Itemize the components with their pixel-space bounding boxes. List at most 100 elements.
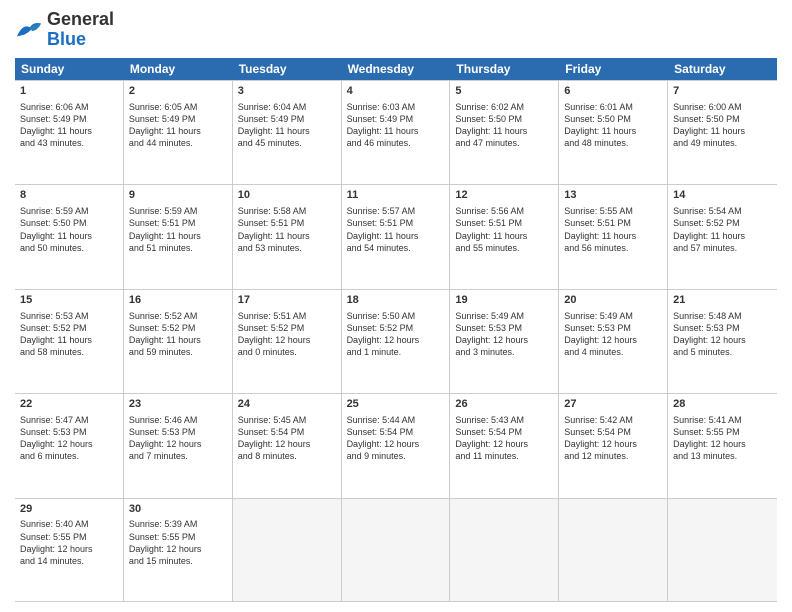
day-cell-6: 6Sunrise: 6:01 AMSunset: 5:50 PMDaylight… <box>559 81 668 184</box>
day-info-line: Sunrise: 6:04 AM <box>238 101 336 113</box>
day-info-line: Sunrise: 5:44 AM <box>347 414 445 426</box>
day-info-line: Sunrise: 5:43 AM <box>455 414 553 426</box>
calendar: SundayMondayTuesdayWednesdayThursdayFrid… <box>15 58 777 602</box>
day-info-line: and 12 minutes. <box>564 450 662 462</box>
day-info-line: and 44 minutes. <box>129 137 227 149</box>
day-info-line: Daylight: 12 hours <box>20 543 118 555</box>
day-cell-21: 21Sunrise: 5:48 AMSunset: 5:53 PMDayligh… <box>668 290 777 393</box>
day-info-line: Sunrise: 6:05 AM <box>129 101 227 113</box>
day-number: 19 <box>455 293 553 308</box>
day-cell-26: 26Sunrise: 5:43 AMSunset: 5:54 PMDayligh… <box>450 394 559 497</box>
day-info-line: Daylight: 11 hours <box>20 334 118 346</box>
day-number: 16 <box>129 293 227 308</box>
logo-blue: Blue <box>47 29 86 49</box>
day-number: 30 <box>129 502 227 517</box>
day-info-line: Daylight: 12 hours <box>129 438 227 450</box>
day-cell-13: 13Sunrise: 5:55 AMSunset: 5:51 PMDayligh… <box>559 185 668 288</box>
day-info-line: Sunrise: 5:49 AM <box>564 310 662 322</box>
day-info-line: and 49 minutes. <box>673 137 772 149</box>
day-info-line: Daylight: 12 hours <box>455 334 553 346</box>
day-info-line: Sunrise: 5:53 AM <box>20 310 118 322</box>
day-number: 20 <box>564 293 662 308</box>
day-info-line: and 50 minutes. <box>20 242 118 254</box>
empty-cell <box>233 499 342 601</box>
day-info-line: and 46 minutes. <box>347 137 445 149</box>
day-info-line: Sunset: 5:49 PM <box>347 113 445 125</box>
day-info-line: and 4 minutes. <box>564 346 662 358</box>
day-info-line: Sunrise: 5:59 AM <box>20 205 118 217</box>
day-info-line: Sunset: 5:53 PM <box>455 322 553 334</box>
week-row-5: 29Sunrise: 5:40 AMSunset: 5:55 PMDayligh… <box>15 498 777 602</box>
day-info-line: and 59 minutes. <box>129 346 227 358</box>
day-info-line: Sunset: 5:49 PM <box>129 113 227 125</box>
day-number: 9 <box>129 188 227 203</box>
day-info-line: Daylight: 12 hours <box>347 334 445 346</box>
day-number: 23 <box>129 397 227 412</box>
day-cell-19: 19Sunrise: 5:49 AMSunset: 5:53 PMDayligh… <box>450 290 559 393</box>
day-info-line: Daylight: 12 hours <box>564 438 662 450</box>
day-info-line: and 58 minutes. <box>20 346 118 358</box>
day-number: 27 <box>564 397 662 412</box>
day-number: 6 <box>564 84 662 99</box>
day-info-line: Sunset: 5:51 PM <box>238 217 336 229</box>
day-info-line: Daylight: 11 hours <box>20 230 118 242</box>
day-cell-9: 9Sunrise: 5:59 AMSunset: 5:51 PMDaylight… <box>124 185 233 288</box>
day-info-line: Sunset: 5:49 PM <box>20 113 118 125</box>
day-info-line: Sunrise: 5:56 AM <box>455 205 553 217</box>
day-info-line: Daylight: 11 hours <box>129 230 227 242</box>
day-info-line: Sunrise: 6:01 AM <box>564 101 662 113</box>
day-cell-2: 2Sunrise: 6:05 AMSunset: 5:49 PMDaylight… <box>124 81 233 184</box>
header-day-tuesday: Tuesday <box>233 58 342 80</box>
empty-cell <box>450 499 559 601</box>
day-number: 29 <box>20 502 118 517</box>
day-info-line: Sunset: 5:51 PM <box>129 217 227 229</box>
day-info-line: Daylight: 11 hours <box>238 230 336 242</box>
day-cell-4: 4Sunrise: 6:03 AMSunset: 5:49 PMDaylight… <box>342 81 451 184</box>
day-info-line: Sunrise: 5:42 AM <box>564 414 662 426</box>
day-number: 7 <box>673 84 772 99</box>
day-info-line: Daylight: 11 hours <box>347 230 445 242</box>
day-info-line: Daylight: 12 hours <box>564 334 662 346</box>
header-day-monday: Monday <box>124 58 233 80</box>
day-info-line: Daylight: 11 hours <box>673 125 772 137</box>
header-day-saturday: Saturday <box>668 58 777 80</box>
header-day-friday: Friday <box>559 58 668 80</box>
day-info-line: Sunset: 5:50 PM <box>20 217 118 229</box>
day-info-line: and 57 minutes. <box>673 242 772 254</box>
day-info-line: Sunset: 5:50 PM <box>673 113 772 125</box>
day-info-line: Daylight: 12 hours <box>20 438 118 450</box>
day-number: 3 <box>238 84 336 99</box>
day-number: 15 <box>20 293 118 308</box>
week-row-2: 8Sunrise: 5:59 AMSunset: 5:50 PMDaylight… <box>15 184 777 288</box>
day-info-line: and 13 minutes. <box>673 450 772 462</box>
day-info-line: and 1 minute. <box>347 346 445 358</box>
day-info-line: Daylight: 11 hours <box>455 230 553 242</box>
day-info-line: and 8 minutes. <box>238 450 336 462</box>
day-info-line: Sunset: 5:53 PM <box>673 322 772 334</box>
day-number: 11 <box>347 188 445 203</box>
day-cell-15: 15 Sunrise: 5:53 AMSunset: 5:52 PMDayligh… <box>15 290 124 393</box>
day-cell-1: 1Sunrise: 6:06 AMSunset: 5:49 PMDaylight… <box>15 81 124 184</box>
day-number: 10 <box>238 188 336 203</box>
day-number: 13 <box>564 188 662 203</box>
day-info-line: Daylight: 11 hours <box>129 334 227 346</box>
day-cell-3: 3Sunrise: 6:04 AMSunset: 5:49 PMDaylight… <box>233 81 342 184</box>
day-cell-29: 29Sunrise: 5:40 AMSunset: 5:55 PMDayligh… <box>15 499 124 601</box>
day-info-line: Sunrise: 6:06 AM <box>20 101 118 113</box>
logo-general: General <box>47 9 114 29</box>
day-info-line: and 55 minutes. <box>455 242 553 254</box>
day-info-line: and 6 minutes. <box>20 450 118 462</box>
day-number: 25 <box>347 397 445 412</box>
calendar-body: 1Sunrise: 6:06 AMSunset: 5:49 PMDaylight… <box>15 80 777 602</box>
day-info-line: Daylight: 11 hours <box>673 230 772 242</box>
day-info-line: and 47 minutes. <box>455 137 553 149</box>
day-info-line: and 11 minutes. <box>455 450 553 462</box>
day-info-line: and 53 minutes. <box>238 242 336 254</box>
day-info-line: Daylight: 12 hours <box>238 334 336 346</box>
day-number: 28 <box>673 397 772 412</box>
day-info-line: Daylight: 12 hours <box>673 334 772 346</box>
day-number: 12 <box>455 188 553 203</box>
day-info-line: Sunset: 5:52 PM <box>20 322 118 334</box>
day-info-line: and 7 minutes. <box>129 450 227 462</box>
day-info-line: Daylight: 11 hours <box>564 230 662 242</box>
